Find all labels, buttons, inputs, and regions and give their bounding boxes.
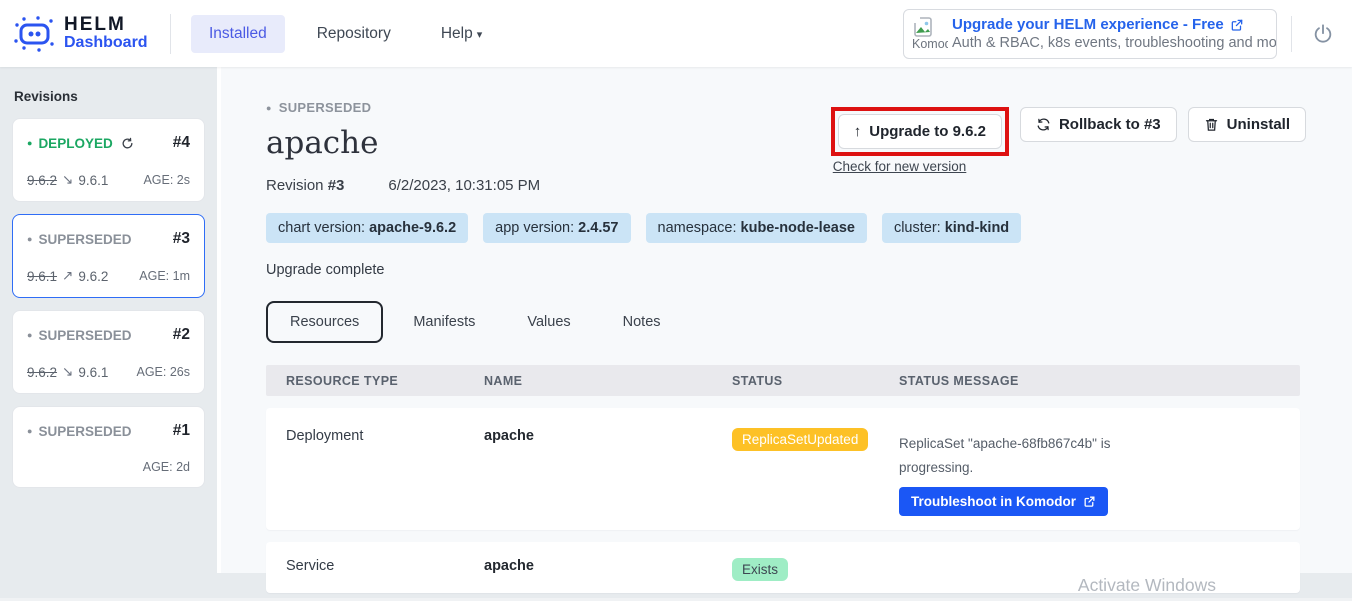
komodor-image-alt-text: Komod xyxy=(912,37,948,51)
old-version: 9.6.2 xyxy=(27,173,57,188)
app-header: HELM Dashboard Installed Repository Help… xyxy=(0,0,1352,67)
up-arrow-icon: ↑ xyxy=(854,123,862,140)
check-new-version-link[interactable]: Check for new version xyxy=(833,159,1009,174)
logo-subtitle: Dashboard xyxy=(64,35,148,52)
upgrade-button[interactable]: ↑ Upgrade to 9.6.2 xyxy=(838,114,1002,149)
cluster-badge: cluster: kind-kind xyxy=(882,213,1021,243)
release-actions: ↑ Upgrade to 9.6.2 Check for new version… xyxy=(831,107,1306,174)
status-message-line1: ReplicaSet "apache-68fb867c4b" is xyxy=(899,432,1300,456)
header-divider-2 xyxy=(1291,16,1292,52)
resource-type-cell: Deployment xyxy=(266,422,464,516)
revision-age: AGE: 26s xyxy=(137,365,191,379)
status-dot-icon: ● xyxy=(27,138,32,148)
resource-type-cell: Service xyxy=(266,552,464,581)
logo-title: HELM xyxy=(64,15,148,35)
nav-tab-installed[interactable]: Installed xyxy=(191,15,285,53)
nav-tab-repository[interactable]: Repository xyxy=(299,15,409,53)
status-dot-icon: ● xyxy=(27,234,32,244)
revision-label: Revision #3 xyxy=(266,177,344,194)
status-message-line2: progressing. xyxy=(899,456,1300,480)
revision-number: #2 xyxy=(173,326,190,344)
old-version: 9.6.1 xyxy=(27,269,57,284)
tab-manifests[interactable]: Manifests xyxy=(391,303,497,341)
trash-icon xyxy=(1204,117,1219,132)
table-header-row: RESOURCE TYPE NAME STATUS STATUS MESSAGE xyxy=(266,365,1300,396)
revision-card-3-selected[interactable]: ●SUPERSEDED #3 9.6.1 ↗ 9.6.2 AGE: 1m xyxy=(12,214,205,298)
header-divider xyxy=(170,14,171,54)
helm-dashboard-logo[interactable]: HELM Dashboard xyxy=(0,14,160,54)
chart-version-badge: chart version: apache-9.6.2 xyxy=(266,213,468,243)
revision-number: #4 xyxy=(173,134,190,152)
resources-table: RESOURCE TYPE NAME STATUS STATUS MESSAGE… xyxy=(266,365,1300,593)
downgrade-arrow-icon: ↘ xyxy=(62,172,73,188)
komodor-upgrade-banner[interactable]: Komod Upgrade your HELM experience - Fre… xyxy=(903,9,1277,59)
resource-name-cell: apache xyxy=(464,422,712,516)
new-version: 9.6.1 xyxy=(78,365,108,380)
resource-status-cell: Exists xyxy=(712,552,879,581)
revision-number: #1 xyxy=(173,422,190,440)
revisions-sidebar: Revisions ●DEPLOYED #4 9.6.2 ↘ 9.6.1 AGE… xyxy=(0,67,217,601)
main-nav: Installed Repository Help ▾ xyxy=(191,15,500,53)
col-status-message: STATUS MESSAGE xyxy=(879,374,1300,388)
revisions-title: Revisions xyxy=(14,89,205,104)
detail-tabs: Resources Manifests Values Notes xyxy=(266,301,1352,343)
release-detail-panel: ● SUPERSEDED apache Revision #3 6/2/2023… xyxy=(217,67,1352,573)
downgrade-arrow-icon: ↘ xyxy=(62,364,73,380)
namespace-badge: namespace: kube-node-lease xyxy=(646,213,867,243)
chevron-down-icon: ▾ xyxy=(477,29,483,41)
status-dot-icon: ● xyxy=(27,426,32,436)
banner-title[interactable]: Upgrade your HELM experience - Free xyxy=(952,16,1224,33)
external-link-icon xyxy=(1083,495,1096,508)
revision-number: #3 xyxy=(173,230,190,248)
revision-age: AGE: 2d xyxy=(143,460,190,474)
troubleshoot-komodor-button[interactable]: Troubleshoot in Komodor xyxy=(899,487,1108,516)
rollback-icon xyxy=(1036,117,1051,132)
table-row-deployment: Deployment apache ReplicaSetUpdated Repl… xyxy=(266,408,1300,530)
revision-card-2[interactable]: ●SUPERSEDED #2 9.6.2 ↘ 9.6.1 AGE: 26s xyxy=(12,310,205,394)
status-dot-icon: ● xyxy=(266,103,272,113)
revision-card-4[interactable]: ●DEPLOYED #4 9.6.2 ↘ 9.6.1 AGE: 2s xyxy=(12,118,205,202)
app-version-badge: app version: 2.4.57 xyxy=(483,213,630,243)
revision-age: AGE: 1m xyxy=(139,269,190,283)
revision-date: 6/2/2023, 10:31:05 PM xyxy=(388,177,540,194)
status-message-cell: ReplicaSet "apache-68fb867c4b" is progre… xyxy=(879,422,1300,516)
revision-status: ●SUPERSEDED xyxy=(27,232,131,247)
rollback-button[interactable]: Rollback to #3 xyxy=(1020,107,1177,142)
nav-menu-help[interactable]: Help ▾ xyxy=(423,15,500,53)
tab-values[interactable]: Values xyxy=(505,303,592,341)
old-version: 9.6.2 xyxy=(27,365,57,380)
status-badge: Exists xyxy=(732,558,788,581)
new-version: 9.6.1 xyxy=(78,173,108,188)
banner-subtitle: Auth & RBAC, k8s events, troubleshooting… xyxy=(952,35,1277,51)
col-resource-type: RESOURCE TYPE xyxy=(266,374,464,388)
resource-name-cell: apache xyxy=(464,552,712,581)
activate-windows-watermark: Activate Windows xyxy=(1078,575,1216,596)
release-status-message: Upgrade complete xyxy=(266,262,1352,278)
help-label: Help xyxy=(441,25,473,42)
external-link-icon xyxy=(1230,18,1244,32)
release-meta-badges: chart version: apache-9.6.2 app version:… xyxy=(266,213,1352,243)
tab-notes[interactable]: Notes xyxy=(601,303,683,341)
col-name: NAME xyxy=(464,374,712,388)
revision-status: ●SUPERSEDED xyxy=(27,328,131,343)
uninstall-button[interactable]: Uninstall xyxy=(1188,107,1306,142)
resource-status-cell: ReplicaSetUpdated xyxy=(712,422,879,516)
power-shutdown-button[interactable] xyxy=(1308,19,1338,49)
status-badge: ReplicaSetUpdated xyxy=(732,428,868,451)
revision-card-1[interactable]: ●SUPERSEDED #1 AGE: 2d xyxy=(12,406,205,488)
komodor-logo-broken-image: Komod xyxy=(904,17,948,51)
helm-logo-icon xyxy=(12,14,56,54)
upgrade-button-highlight: ↑ Upgrade to 9.6.2 xyxy=(831,107,1009,156)
upgrade-arrow-icon: ↗ xyxy=(62,268,73,284)
revision-status: ●SUPERSEDED xyxy=(27,424,131,439)
new-version: 9.6.2 xyxy=(78,269,108,284)
tab-resources[interactable]: Resources xyxy=(266,301,383,343)
revision-age: AGE: 2s xyxy=(143,173,190,187)
revision-status: ●DEPLOYED xyxy=(27,136,134,151)
refresh-icon xyxy=(121,137,134,150)
col-status: STATUS xyxy=(712,374,879,388)
status-dot-icon: ● xyxy=(27,330,32,340)
